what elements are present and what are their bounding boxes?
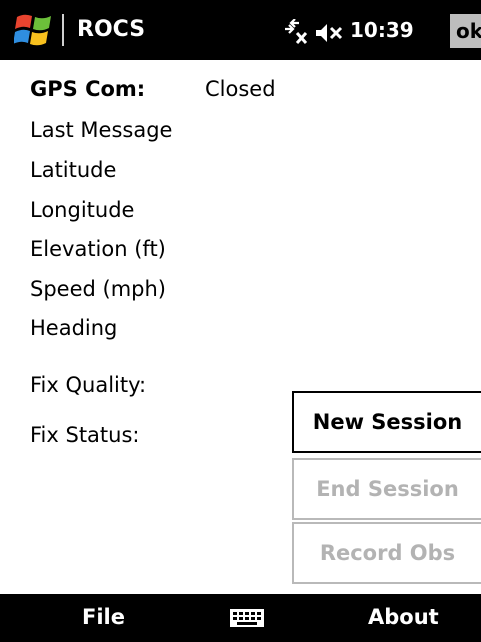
last-message-label: Last Message	[30, 118, 173, 142]
heading-label: Heading	[30, 316, 118, 340]
fix-status-label: Fix Status:	[30, 423, 140, 447]
windows-start-icon[interactable]	[14, 11, 54, 49]
latitude-label: Latitude	[30, 158, 117, 182]
title-separator	[62, 14, 64, 46]
gps-com-value: Closed	[205, 77, 276, 101]
about-softkey[interactable]: About	[368, 603, 439, 631]
keyboard-icon[interactable]	[229, 608, 265, 628]
volume-muted-icon[interactable]	[314, 22, 344, 44]
longitude-label: Longitude	[30, 198, 135, 222]
speed-label: Speed (mph)	[30, 277, 166, 301]
end-session-button[interactable]: End Session	[292, 458, 481, 520]
ok-button[interactable]: ok	[450, 14, 481, 48]
file-menu-softkey[interactable]: File	[82, 603, 125, 631]
title-bar: ROCS 10:39 ok	[0, 0, 481, 60]
fix-quality-label: Fix Quality:	[30, 373, 147, 397]
app-title: ROCS	[77, 17, 146, 42]
gps-com-label: GPS Com:	[30, 77, 146, 101]
new-session-button[interactable]: New Session	[292, 391, 481, 453]
connectivity-icon[interactable]	[282, 19, 310, 45]
softkey-bar: File About	[0, 594, 481, 642]
elevation-label: Elevation (ft)	[30, 237, 166, 261]
record-obs-button[interactable]: Record Obs	[292, 522, 481, 584]
clock-time: 10:39	[350, 18, 414, 42]
